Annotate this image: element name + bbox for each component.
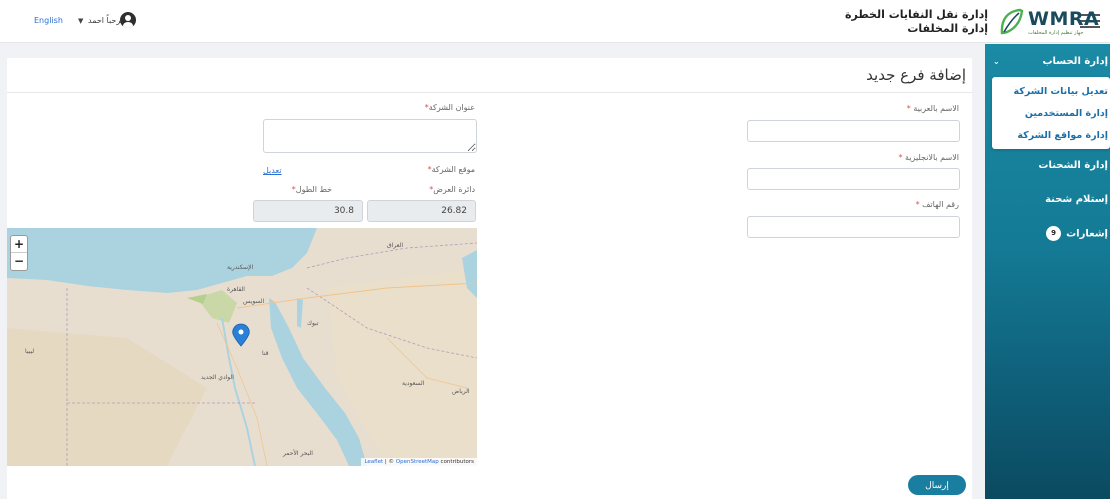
user-circle-icon[interactable] (120, 12, 136, 28)
required-mark: * (898, 153, 903, 162)
longitude-label-text: خط الطول (295, 185, 332, 194)
submit-button[interactable]: إرسال (908, 475, 966, 495)
map-label-libya: ليبيا (25, 348, 35, 355)
org-line-2: إدارة المخلفات (907, 22, 988, 35)
location-label: موقع الشركة* (428, 165, 475, 174)
page-title: إضافة فرع جديد (866, 66, 966, 84)
longitude-label: خط الطول* (292, 185, 332, 194)
edit-location-link[interactable]: تعديل (263, 166, 282, 175)
attribution-rest: contributors (438, 459, 474, 465)
name-en-label: الاسم بالانجليزية * (898, 153, 959, 162)
address-label: عنوان الشركة* (425, 103, 475, 112)
submenu-item-users[interactable]: إدارة المستخدمين (992, 103, 1110, 125)
map-label-red-sea: البحر الأحمر (283, 450, 313, 457)
map-label-suez: السويس (243, 298, 265, 305)
osm-link[interactable]: OpenStreetMap (396, 459, 439, 465)
attribution-separator: | © (383, 459, 396, 465)
required-mark: * (906, 104, 911, 113)
sidebar-item-receive-shipment[interactable]: إستلام شحنة (985, 194, 1110, 205)
latitude-field: 26.82 (367, 200, 476, 222)
sidebar-item-account[interactable]: إدارة الحساب ⌄ (985, 48, 1110, 76)
phone-input[interactable] (747, 216, 960, 238)
leaf-logo-icon (1000, 8, 1024, 35)
location-map[interactable]: القاهرة الإسكندرية السويس تبوك العراق ال… (7, 228, 477, 466)
name-en-input[interactable] (747, 168, 960, 190)
logo-subtitle: جهاز تنظيم إدارة المخلفات (1028, 30, 1084, 36)
chevron-down-icon: ⌄ (993, 57, 1000, 66)
chevron-down-icon[interactable]: ▼ (78, 17, 83, 25)
leaflet-link[interactable]: Leaflet (364, 459, 383, 465)
organization-names: إدارة نقل النفايات الخطرة إدارة المخلفات (845, 8, 988, 36)
address-textarea[interactable] (263, 119, 477, 153)
sidebar: إدارة الحساب ⌄ تعديل بيانات الشركة إدارة… (985, 44, 1110, 499)
map-label-cairo: القاهرة (227, 286, 245, 293)
name-ar-label: الاسم بالعربية * (907, 104, 959, 113)
sidebar-item-notifications[interactable]: إشعارات 9 (985, 226, 1110, 241)
location-label-text: موقع الشركة (431, 165, 475, 174)
name-ar-label-text: الاسم بالعربية (913, 104, 959, 113)
name-ar-input[interactable] (747, 120, 960, 142)
map-attribution: Leaflet | © OpenStreetMap contributors (361, 458, 477, 466)
top-header: WMRA جهاز تنظيم إدارة المخلفات إدارة نقل… (0, 0, 1110, 43)
org-line-1: إدارة نقل النفايات الخطرة (845, 8, 988, 21)
map-label-qena: قنا (262, 350, 269, 357)
latitude-label-text: دائرة العرض (433, 185, 475, 194)
name-en-label-text: الاسم بالانجليزية (905, 153, 959, 162)
account-submenu: تعديل بيانات الشركة إدارة المستخدمين إدا… (992, 77, 1110, 149)
map-zoom-control: + − (10, 235, 28, 271)
map-pin-icon[interactable] (232, 323, 250, 347)
logo[interactable]: WMRA جهاز تنظيم إدارة المخلفات (998, 6, 1099, 38)
logo-text: WMRA (1028, 8, 1100, 30)
zoom-in-button[interactable]: + (11, 236, 27, 253)
submenu-item-company-sites[interactable]: إدارة مواقع الشركة (992, 125, 1110, 147)
longitude-field: 30.8 (253, 200, 363, 222)
map-label-riyadh: الرياض (452, 388, 470, 395)
map-label-new-valley: الوادي الجديد (201, 374, 234, 381)
language-switch[interactable]: English (34, 16, 63, 25)
zoom-out-button[interactable]: − (11, 253, 27, 270)
main-panel: إضافة فرع جديد الاسم بالعربية * الاسم با… (7, 58, 972, 499)
map-label-iraq: العراق (387, 242, 404, 249)
phone-label: رقم الهاتف * (916, 200, 959, 209)
map-label-alexandria: الإسكندرية (227, 264, 254, 271)
address-label-text: عنوان الشركة (428, 103, 475, 112)
sidebar-item-label: إشعارات (1066, 228, 1108, 240)
phone-label-text: رقم الهاتف (922, 200, 959, 209)
title-divider (7, 92, 972, 93)
sidebar-item-label: إدارة الحساب (1042, 56, 1109, 67)
map-label-saudi: السعودية (402, 380, 425, 387)
notification-count-badge: 9 (1046, 226, 1062, 241)
map-label-tabuk: تبوك (307, 320, 319, 327)
sidebar-item-shipments[interactable]: إدارة الشحنات (985, 160, 1110, 171)
latitude-label: دائرة العرض* (429, 185, 475, 194)
submenu-item-edit-company[interactable]: تعديل بيانات الشركة (992, 81, 1110, 103)
required-mark: * (915, 200, 920, 209)
